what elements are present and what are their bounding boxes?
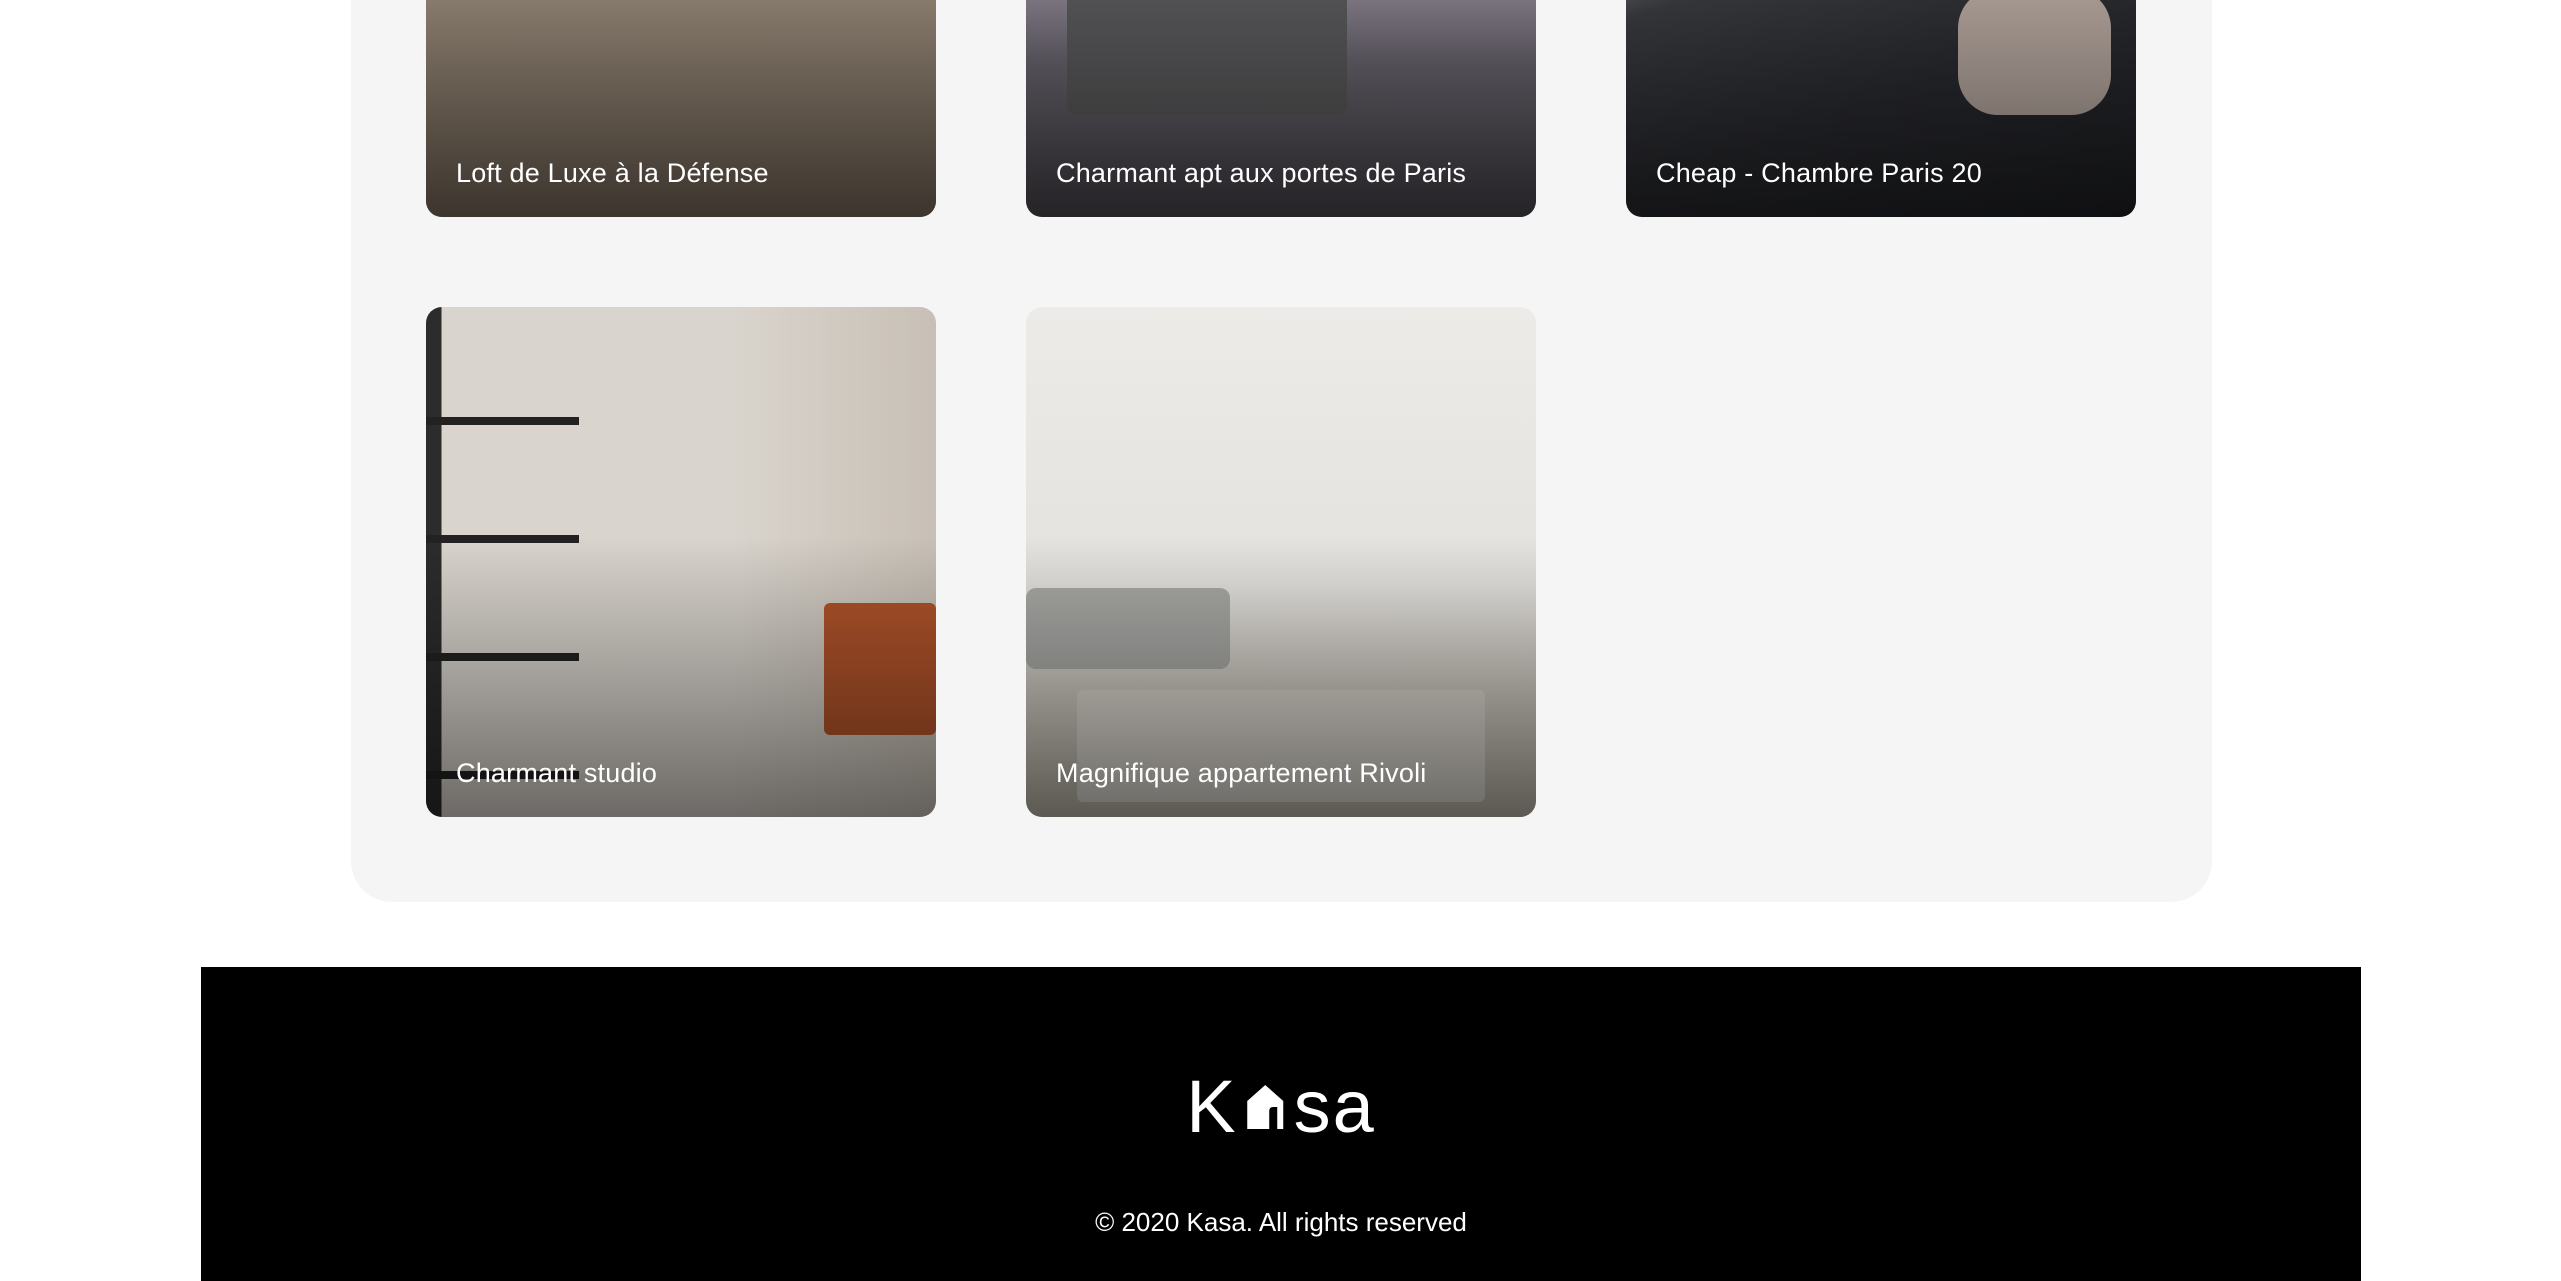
logo-letter-k: K xyxy=(1186,1065,1238,1148)
photo-overlay xyxy=(1026,307,1536,817)
footer: K sa © 2020 Kasa. All rights reserved xyxy=(201,967,2361,1281)
property-title: Loft de Luxe à la Défense xyxy=(456,157,769,188)
property-title: Magnifique appartement Rivoli xyxy=(1056,757,1427,788)
property-card[interactable]: Magnifique appartement Rivoli xyxy=(1026,307,1536,817)
property-card[interactable]: Loft de Luxe à la Défense xyxy=(426,0,936,217)
kasa-logo[interactable]: K sa xyxy=(1186,1065,1376,1148)
property-card[interactable]: Cheap - Chambre Paris 20 xyxy=(1626,0,2136,217)
property-title: Cheap - Chambre Paris 20 xyxy=(1656,157,1982,188)
property-title: Charmant studio xyxy=(456,757,658,788)
page: Loft de Luxe à la Défense Charmant apt a… xyxy=(0,0,2561,1281)
copyright-text: © 2020 Kasa. All rights reserved xyxy=(1095,1207,1467,1237)
property-card[interactable]: Charmant studio xyxy=(426,307,936,817)
property-title: Charmant apt aux portes de Paris xyxy=(1056,157,1467,188)
photo-overlay xyxy=(426,307,936,817)
logo-letters-sa: sa xyxy=(1293,1065,1376,1148)
property-card[interactable]: Charmant apt aux portes de Paris xyxy=(1026,0,1536,217)
house-icon xyxy=(1247,1085,1284,1129)
